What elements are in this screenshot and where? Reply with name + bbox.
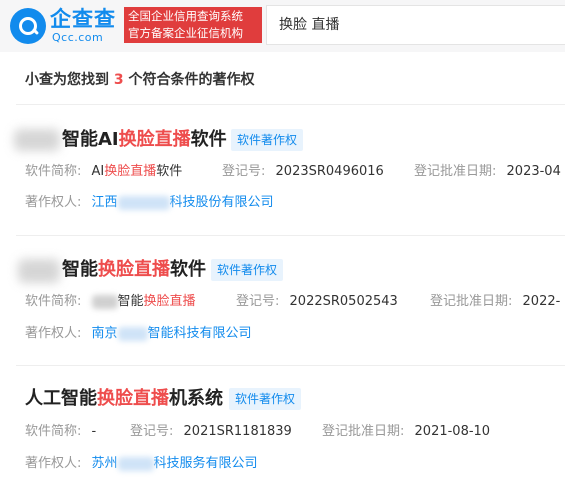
search-input[interactable]: 换脸 直播 bbox=[266, 5, 565, 45]
approval-date-field: 登记批准日期: 2022- bbox=[430, 294, 561, 309]
owner-link[interactable]: 江西 科技股份有限公司 bbox=[92, 195, 274, 210]
short-name-field: 软件简称: AI换脸直播软件 bbox=[25, 164, 183, 179]
divider bbox=[16, 365, 565, 366]
copyright-type-tag: 软件著作权 bbox=[231, 129, 304, 151]
approval-date-field: 登记批准日期: 2023-04 bbox=[414, 164, 561, 179]
qcc-logo-icon[interactable] bbox=[10, 8, 46, 44]
divider bbox=[16, 235, 565, 236]
reg-no-field: 登记号: 2023SR0496016 bbox=[222, 164, 384, 179]
summary-suffix: 个符合条件的著作权 bbox=[128, 72, 255, 88]
owner-link[interactable]: 南京 智能科技有限公司 bbox=[92, 326, 252, 341]
result-summary: 小查为您找到 3 个符合条件的著作权 bbox=[25, 70, 255, 90]
copyright-type-tag: 软件著作权 bbox=[229, 388, 302, 410]
result-title[interactable]: 智能换脸直播软件 bbox=[62, 257, 206, 283]
approval-date-field: 登记批准日期: 2021-08-10 bbox=[322, 424, 491, 439]
logo-domain: Qcc.com bbox=[52, 31, 104, 44]
owner-field: 著作权人: 苏州 科技服务有限公司 bbox=[25, 456, 258, 471]
reg-no-field: 登记号: 2022SR0502543 bbox=[236, 294, 398, 309]
summary-prefix: 小查为您找到 bbox=[25, 72, 109, 88]
owner-link[interactable]: 苏州 科技服务有限公司 bbox=[92, 456, 258, 471]
slogan-line-2: 官方备案企业征信机构 bbox=[128, 26, 243, 40]
owner-field: 著作权人: 江西 科技股份有限公司 bbox=[25, 195, 274, 210]
result-title[interactable]: 人工智能换脸直播机系统 bbox=[25, 386, 223, 412]
redacted-title-prefix bbox=[18, 259, 60, 283]
logo-name[interactable]: 企查查 bbox=[50, 6, 116, 32]
redacted-title-prefix bbox=[14, 129, 60, 151]
result-count: 3 bbox=[113, 72, 124, 88]
short-name-field: 软件简称: - bbox=[25, 424, 97, 439]
slogan-banner: 全国企业信用查询系统 官方备案企业征信机构 bbox=[124, 7, 262, 43]
copyright-type-tag: 软件著作权 bbox=[211, 259, 284, 281]
divider bbox=[16, 104, 565, 105]
result-title[interactable]: 智能AI换脸直播软件 bbox=[62, 127, 227, 153]
slogan-line-1: 全国企业信用查询系统 bbox=[128, 9, 243, 23]
header-bar: 企查查 Qcc.com 全国企业信用查询系统 官方备案企业征信机构 换脸 直播 bbox=[0, 0, 565, 52]
reg-no-field: 登记号: 2021SR1181839 bbox=[130, 424, 292, 439]
short-name-field: 软件简称: 智能换脸直播 bbox=[25, 294, 196, 309]
owner-field: 著作权人: 南京 智能科技有限公司 bbox=[25, 326, 252, 341]
